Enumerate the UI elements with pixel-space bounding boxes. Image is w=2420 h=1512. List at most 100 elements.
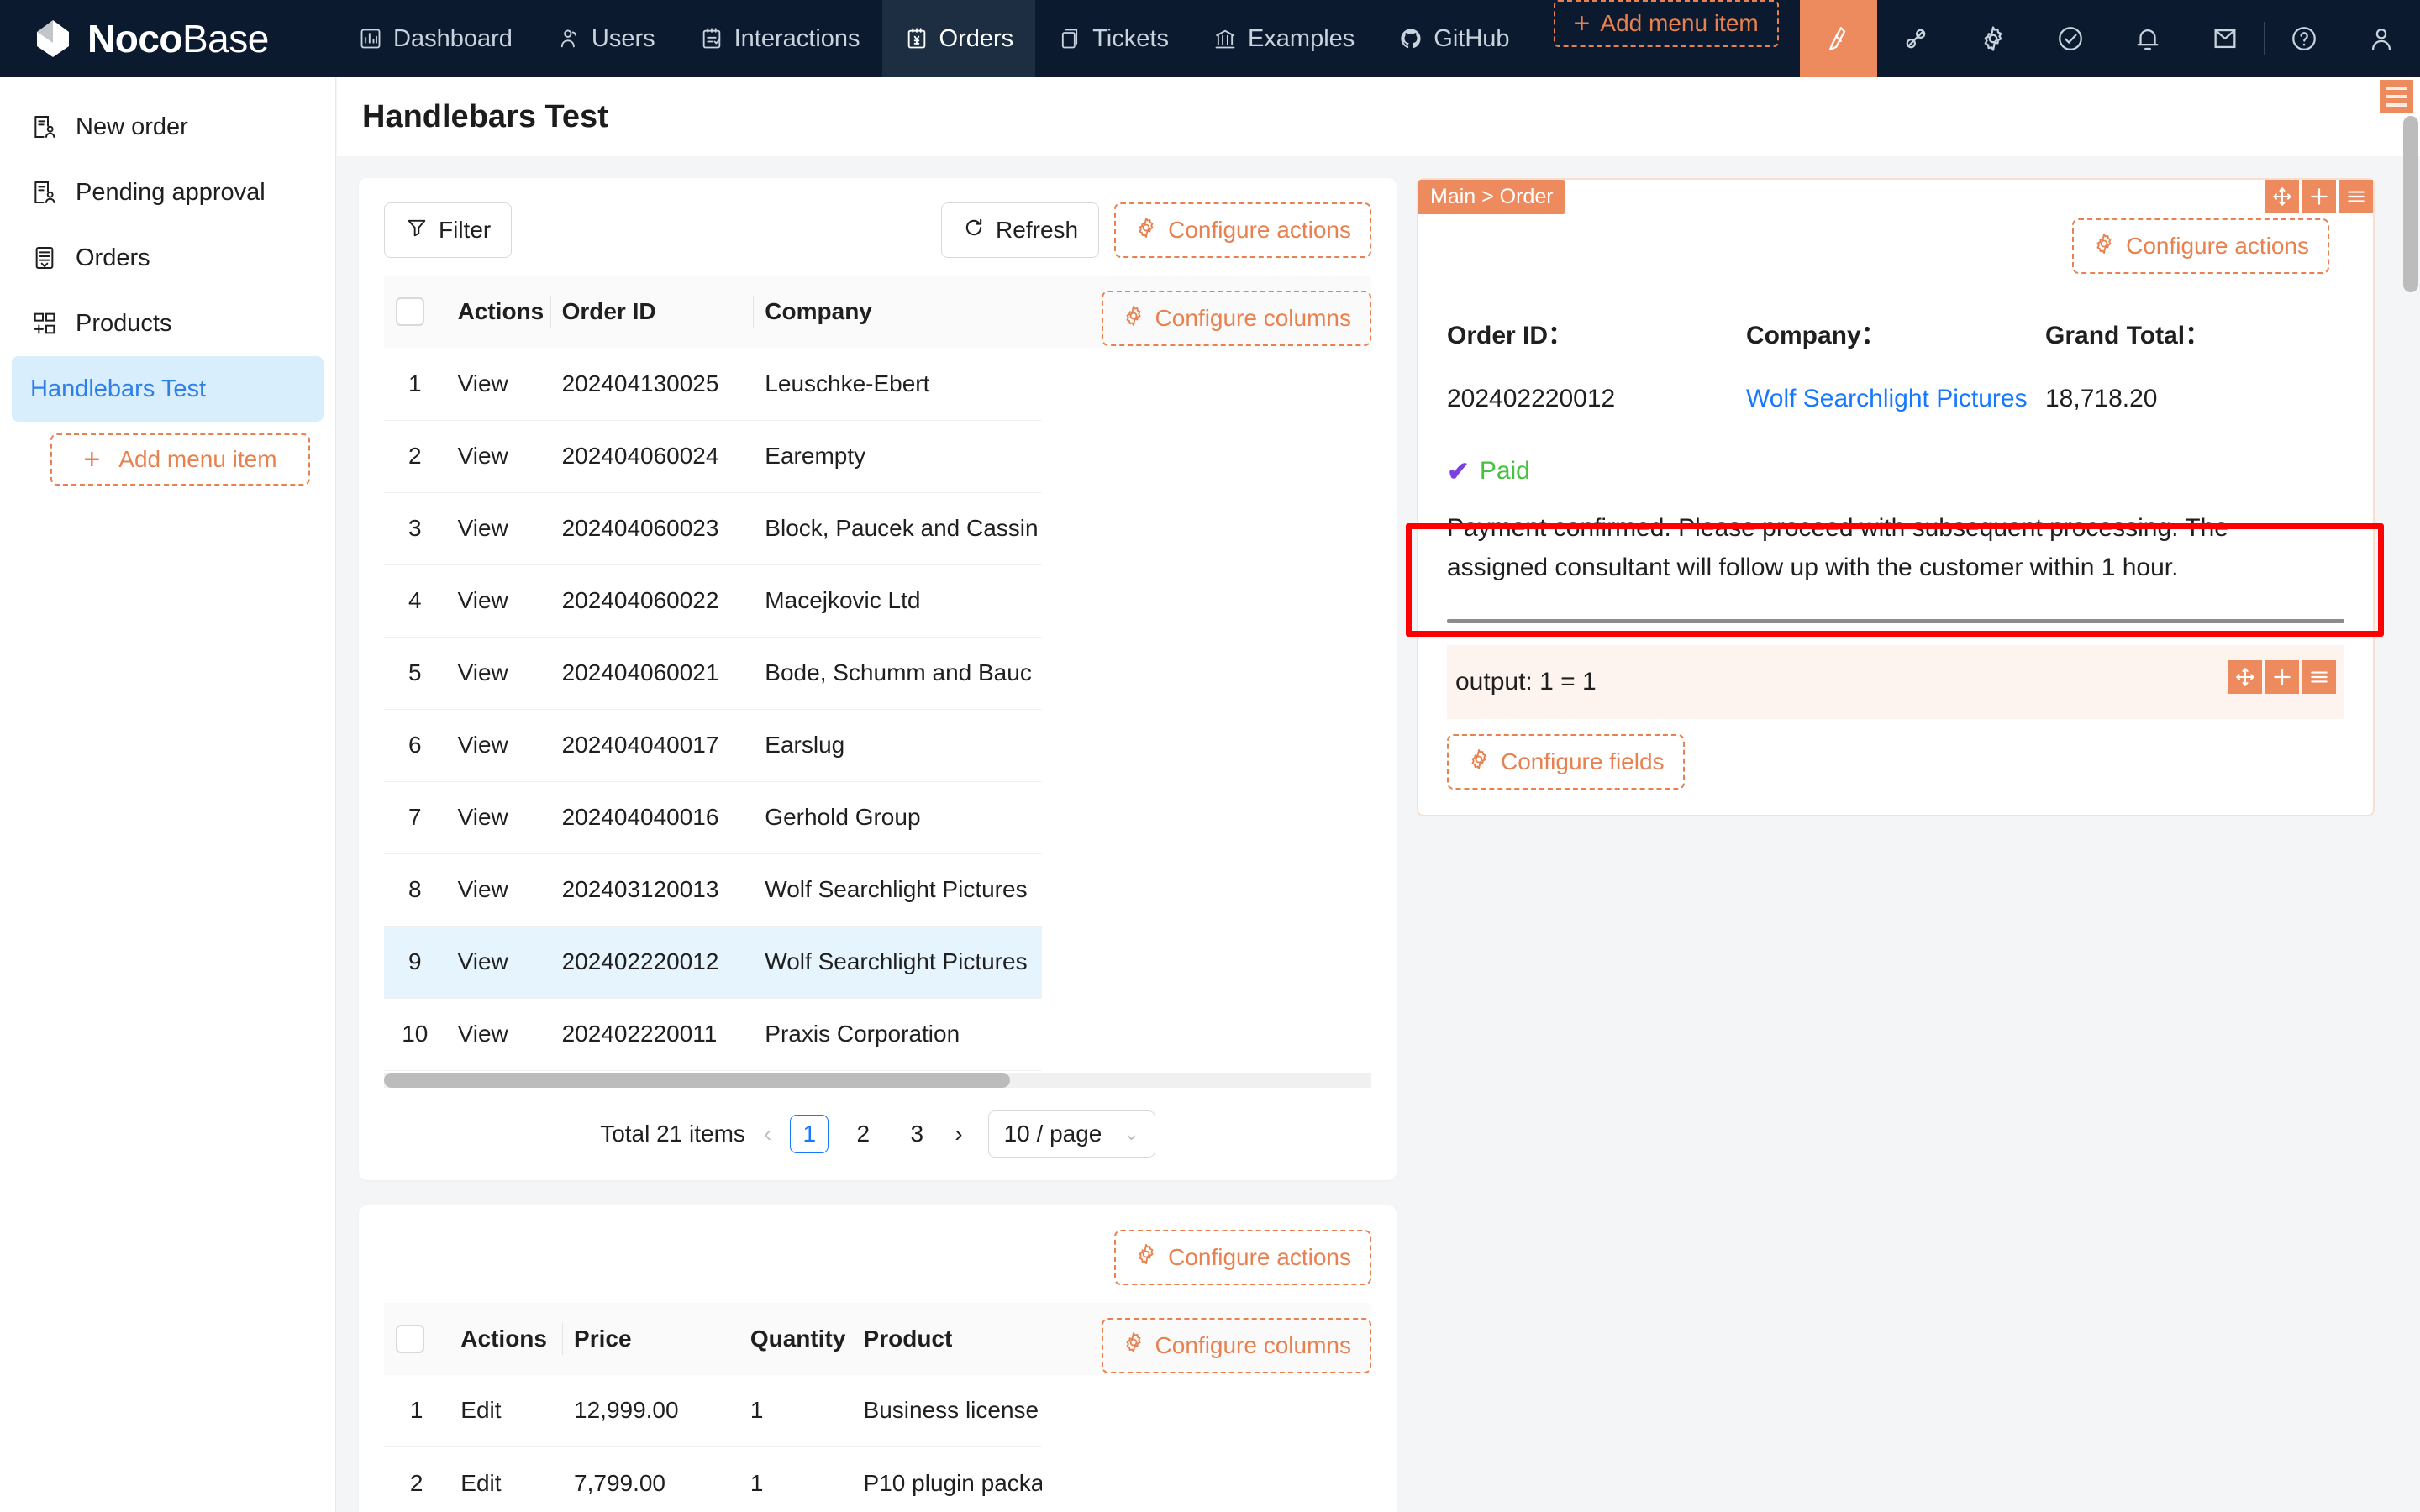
configure-columns-button-orders-wrap: Configure columns	[1102, 291, 1371, 346]
configure-actions-button-products[interactable]: Configure actions	[1114, 1230, 1371, 1285]
row-order-id: 202404040017	[550, 709, 754, 781]
top-navigation: Dashboard Users Interactions Orders Tick…	[336, 0, 1779, 77]
plus-icon[interactable]	[2265, 660, 2299, 694]
add-menu-item-label-header: Add menu item	[1600, 10, 1758, 37]
nav-item-orders[interactable]: Orders	[882, 0, 1036, 77]
orders-prev-page[interactable]: ‹	[760, 1121, 775, 1147]
clipboard-yen-icon	[904, 26, 929, 51]
row-order-id: 202404060024	[550, 420, 754, 492]
right-column: Main > Order Configure actions	[1417, 178, 2375, 1512]
row-view-link[interactable]: View	[446, 420, 550, 492]
configure-fields-button[interactable]: Configure fields	[1447, 734, 1685, 790]
row-edit-link[interactable]: Edit	[449, 1447, 562, 1512]
configure-actions-label-orders: Configure actions	[1168, 217, 1351, 244]
nav-item-github[interactable]: GitHub	[1376, 0, 1531, 77]
clipboard-check-icon	[699, 26, 724, 51]
row-view-link[interactable]: View	[446, 709, 550, 781]
bell-icon[interactable]	[2109, 0, 2186, 77]
hamburger-icon[interactable]	[2339, 180, 2373, 213]
select-all-checkbox[interactable]	[396, 297, 424, 326]
row-edit-link[interactable]: Edit	[449, 1375, 562, 1447]
row-index: 9	[384, 926, 446, 998]
products-header-price: Price	[562, 1303, 739, 1375]
page-settings-hamburger-button[interactable]	[2380, 80, 2413, 113]
sidebar: New order Pending approval Orders Produc…	[0, 77, 336, 1512]
orders-total-label: Total 21 items	[600, 1121, 745, 1147]
sidebar-item-new-order[interactable]: New order	[12, 94, 324, 160]
row-view-link[interactable]: View	[446, 781, 550, 853]
orders-page-3[interactable]: 3	[897, 1115, 936, 1153]
row-view-link[interactable]: View	[446, 637, 550, 709]
hamburger-bar	[2386, 95, 2407, 98]
output-text: output: 1 = 1	[1455, 668, 1597, 696]
mail-icon[interactable]	[2186, 0, 2264, 77]
nav-item-dashboard[interactable]: Dashboard	[336, 0, 534, 77]
configure-fields-label: Configure fields	[1501, 748, 1665, 775]
add-menu-item-label-sidebar: Add menu item	[118, 446, 276, 473]
help-circle-icon[interactable]	[2265, 0, 2343, 77]
plugin-icon[interactable]	[1877, 0, 1954, 77]
refresh-button[interactable]: Refresh	[941, 202, 1099, 258]
configure-columns-button-products[interactable]: Configure columns	[1102, 1318, 1371, 1373]
nav-item-tickets[interactable]: Tickets	[1035, 0, 1191, 77]
form-user-icon	[30, 113, 59, 141]
page-scrollbar[interactable]	[2403, 116, 2418, 292]
gear-icon	[1134, 1242, 1158, 1272]
hamburger-icon[interactable]	[2302, 660, 2336, 694]
row-view-link[interactable]: View	[446, 853, 550, 926]
orders-pagination: Total 21 items ‹ 1 2 3 › 10 / page ⌄	[384, 1088, 1371, 1180]
sidebar-label-orders: Orders	[76, 244, 150, 272]
detail-block-icons	[2262, 180, 2373, 213]
configure-actions-button-detail[interactable]: Configure actions	[2072, 218, 2329, 274]
detail-label-company: Company：	[1746, 314, 2045, 351]
select-all-checkbox-products[interactable]	[396, 1325, 424, 1353]
row-index: 8	[384, 853, 446, 926]
configure-columns-button-orders[interactable]: Configure columns	[1102, 291, 1371, 346]
row-view-link[interactable]: View	[446, 492, 550, 564]
filter-label: Filter	[439, 217, 491, 244]
nav-item-examples[interactable]: Examples	[1191, 0, 1376, 77]
sidebar-item-pending-approval[interactable]: Pending approval	[12, 160, 324, 225]
scroll-thumb[interactable]	[384, 1073, 1010, 1088]
configure-actions-button-orders[interactable]: Configure actions	[1114, 202, 1371, 258]
plus-icon: +	[83, 444, 100, 476]
sidebar-item-orders[interactable]: Orders	[12, 225, 324, 291]
gear-icon	[1134, 216, 1158, 245]
products-body-mask	[1042, 1375, 1371, 1512]
nav-item-interactions[interactable]: Interactions	[677, 0, 882, 77]
row-view-link[interactable]: View	[446, 998, 550, 1070]
orders-page-1[interactable]: 1	[790, 1115, 829, 1153]
github-icon	[1398, 26, 1423, 51]
check-circle-icon[interactable]	[2032, 0, 2109, 77]
row-view-link[interactable]: View	[446, 926, 550, 998]
row-order-id: 202402220012	[550, 926, 754, 998]
brand-logo-area[interactable]: NocoBase	[0, 16, 336, 61]
user-avatar-icon[interactable]	[2343, 0, 2420, 77]
row-view-link[interactable]: View	[446, 564, 550, 637]
add-menu-item-button-header[interactable]: + Add menu item	[1554, 0, 1779, 47]
row-price: 12,999.00	[562, 1375, 739, 1447]
row-index: 2	[384, 1447, 449, 1512]
detail-value-company[interactable]: Wolf Searchlight Pictures	[1746, 385, 2045, 413]
nav-label-interactions: Interactions	[734, 25, 860, 53]
gear-icon[interactable]	[1954, 0, 2032, 77]
sidebar-item-handlebars-test[interactable]: Handlebars Test	[12, 356, 324, 422]
sidebar-item-products[interactable]: Products	[12, 291, 324, 356]
filter-button[interactable]: Filter	[384, 202, 512, 258]
configure-columns-button-products-wrap: Configure columns	[1102, 1318, 1371, 1373]
row-view-link[interactable]: View	[446, 348, 550, 420]
orders-horizontal-scrollbar[interactable]	[384, 1073, 1371, 1088]
orders-next-page[interactable]: ›	[951, 1121, 965, 1147]
orders-toolbar-right: Refresh Configure actions	[941, 202, 1371, 258]
orders-header-checkbox-cell	[384, 276, 446, 348]
highlighter-icon[interactable]	[1800, 0, 1877, 77]
add-menu-item-button-sidebar[interactable]: + Add menu item	[50, 433, 310, 486]
drag-move-icon[interactable]	[2228, 660, 2262, 694]
configure-columns-label-products: Configure columns	[1155, 1332, 1351, 1359]
detail-divider	[1447, 619, 2344, 623]
nav-item-users[interactable]: Users	[534, 0, 677, 77]
orders-page-2[interactable]: 2	[844, 1115, 882, 1153]
orders-page-size-select[interactable]: 10 / page ⌄	[988, 1110, 1155, 1158]
drag-move-icon[interactable]	[2265, 180, 2299, 213]
plus-icon[interactable]	[2302, 180, 2336, 213]
